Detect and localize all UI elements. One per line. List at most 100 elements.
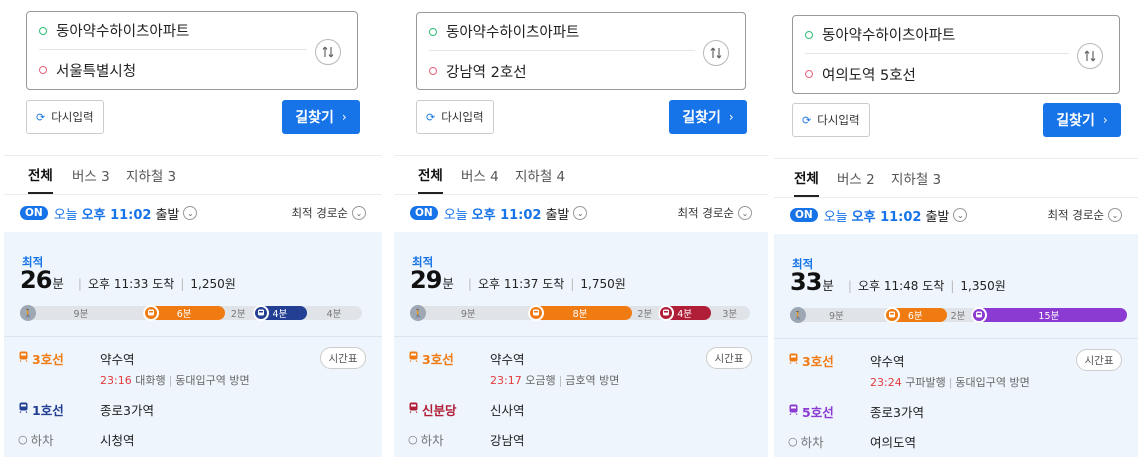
reset-label: 다시입력	[441, 110, 484, 124]
walk-segment-label: 2분	[637, 309, 653, 320]
train-icon	[408, 351, 419, 365]
find-route-button[interactable]: 길찾기 ›	[1043, 103, 1121, 137]
timetable-button[interactable]: 시간표	[706, 347, 752, 369]
fare: 1,350원	[960, 279, 1006, 293]
departure-time[interactable]: 오후 11:02	[472, 204, 542, 223]
reset-button[interactable]: ⟳ 다시입력	[26, 100, 104, 134]
walk-segment-label: 9분	[73, 309, 89, 320]
arrival-time: 오후 11:48 도착	[857, 279, 945, 293]
route-type-tabs: 전체 버스 3 지하철 3	[4, 155, 382, 195]
on-toggle[interactable]: ON	[20, 206, 48, 220]
departure-time[interactable]: 오후 11:02	[82, 204, 152, 223]
subway-segment-label: 15분	[1038, 311, 1060, 322]
swap-icon[interactable]	[703, 40, 729, 66]
subway-segment-label: 6분	[176, 309, 192, 320]
sort-label: 최적 경로순	[291, 206, 348, 220]
origin-dot-icon	[429, 27, 437, 36]
alight-step: ○ 하차 여의도역	[788, 430, 1122, 452]
reset-label: 다시입력	[51, 110, 94, 124]
find-route-label: 길찾기	[1056, 113, 1095, 129]
subway-icon	[252, 305, 269, 321]
origin-text: 동아약수하이츠아파트	[446, 25, 580, 41]
route-segment-bar: 🚶 9분 8분 2분 4분 3분	[410, 305, 750, 321]
line-label: 5호선	[802, 404, 834, 420]
tab-bus[interactable]: 버스 3	[72, 156, 110, 194]
train-icon	[18, 402, 29, 416]
tab-subway[interactable]: 지하철 3	[126, 156, 176, 194]
train-direction: 금호역 방면	[565, 374, 620, 387]
tab-all[interactable]: 전체	[794, 159, 819, 197]
search-box: 동아약수하이츠아파트 여의도역 5호선	[792, 15, 1120, 94]
line-label: 하차	[420, 432, 444, 448]
train-direction: 동대입구역 방면	[175, 374, 250, 387]
train-destination: 오금행	[525, 374, 556, 387]
depart-label: 출발	[925, 209, 950, 225]
sort-dropdown[interactable]: 최적 경로순 ⌄	[677, 194, 752, 232]
route-summary: 33 분 | 오후 11:48 도착 | 1,350원	[790, 268, 1006, 296]
divider: |	[948, 376, 953, 389]
sort-dropdown[interactable]: 최적 경로순 ⌄	[1047, 196, 1122, 234]
tab-bus[interactable]: 버스 2	[837, 159, 875, 197]
tab-subway[interactable]: 지하철 3	[891, 159, 941, 197]
transit-step: 1호선 종로3가역	[18, 398, 366, 420]
origin-input[interactable]: 동아약수하이츠아파트	[805, 16, 1069, 54]
search-box: 동아약수하이츠아파트강남역 2호선	[416, 12, 746, 90]
timetable-button[interactable]: 시간표	[1076, 349, 1122, 371]
route-result-card[interactable]: 최적 33 분 | 오후 11:48 도착 | 1,350원 🚶 9분 6분 2분 15분 3호선 약수역…	[774, 234, 1138, 457]
swap-icon[interactable]	[1077, 43, 1103, 69]
reset-button[interactable]: ⟳ 다시입력	[416, 100, 494, 134]
transit-step: 3호선 약수역	[408, 347, 752, 369]
chevron-down-icon[interactable]: ⌄	[573, 206, 588, 220]
fare: 1,750원	[580, 277, 626, 291]
tab-bus[interactable]: 버스 4	[461, 156, 499, 194]
line-name: ○ 하차	[18, 430, 100, 449]
on-toggle[interactable]: ON	[410, 206, 438, 220]
reset-button[interactable]: ⟳ 다시입력	[792, 103, 870, 137]
find-route-button[interactable]: 길찾기 ›	[669, 100, 747, 134]
find-route-button[interactable]: 길찾기 ›	[282, 100, 360, 134]
sort-dropdown[interactable]: 최적 경로순 ⌄	[291, 194, 366, 232]
find-route-label: 길찾기	[682, 110, 721, 126]
route-segment-bar: 🚶 9분 6분 2분 15분	[790, 307, 1128, 323]
walk-icon: 🚶	[790, 307, 806, 323]
line-label: 1호선	[32, 402, 64, 418]
destination-input[interactable]: 여의도역 5호선	[805, 55, 1069, 93]
tab-all[interactable]: 전체	[418, 156, 443, 194]
tab-all[interactable]: 전체	[28, 156, 53, 194]
line-name: 3호선	[788, 351, 870, 370]
line-name: ○ 하차	[408, 430, 490, 449]
divider: |	[168, 374, 173, 387]
subway-segment-label: 4분	[677, 309, 692, 320]
divider: |	[467, 277, 472, 291]
divider: |	[570, 277, 575, 291]
swap-icon[interactable]	[315, 39, 341, 65]
today-label: 오늘	[53, 207, 78, 223]
destination-input[interactable]: 서울특별시청	[39, 51, 307, 89]
fare: 1,250원	[190, 277, 236, 291]
find-route-label: 길찾기	[295, 110, 334, 126]
chevron-down-icon: ⌄	[1108, 208, 1122, 222]
route-result-card[interactable]: 최적 29 분 | 오후 11:37 도착 | 1,750원 🚶 9분 8분 2분 4분 3분 3호선 약수…	[394, 232, 768, 457]
timetable-button[interactable]: 시간표	[320, 347, 366, 369]
line-name: ○ 하차	[788, 432, 870, 451]
route-result-card[interactable]: 최적 26 분 | 오후 11:33 도착 | 1,250원 🚶 9분 6분 2분 4분 4분 3호선 약수…	[4, 232, 382, 457]
departure-time[interactable]: 오후 11:02	[852, 206, 922, 225]
train-destination: 구파발행	[905, 376, 946, 389]
subway-icon	[527, 305, 544, 321]
route-summary: 26 분 | 오후 11:33 도착 | 1,250원	[20, 266, 236, 294]
walk-icon: 🚶	[20, 305, 36, 321]
alight-circle-icon: ○	[788, 434, 798, 448]
walk-segment-label: 2분	[230, 309, 246, 320]
origin-input[interactable]: 동아약수하이츠아파트	[429, 13, 695, 51]
on-toggle[interactable]: ON	[790, 208, 818, 222]
chevron-right-icon: ›	[728, 110, 734, 124]
divider: |	[77, 277, 82, 291]
destination-dot-icon	[39, 66, 47, 74]
tab-subway[interactable]: 지하철 4	[515, 156, 565, 194]
train-detail: 23:16 대화행 | 동대입구역 방면	[100, 372, 250, 388]
destination-input[interactable]: 강남역 2호선	[429, 52, 695, 90]
alight-step: ○ 하차 강남역	[408, 428, 752, 450]
chevron-down-icon[interactable]: ⌄	[183, 206, 198, 220]
origin-input[interactable]: 동아약수하이츠아파트	[39, 12, 307, 50]
chevron-down-icon[interactable]: ⌄	[953, 208, 968, 222]
